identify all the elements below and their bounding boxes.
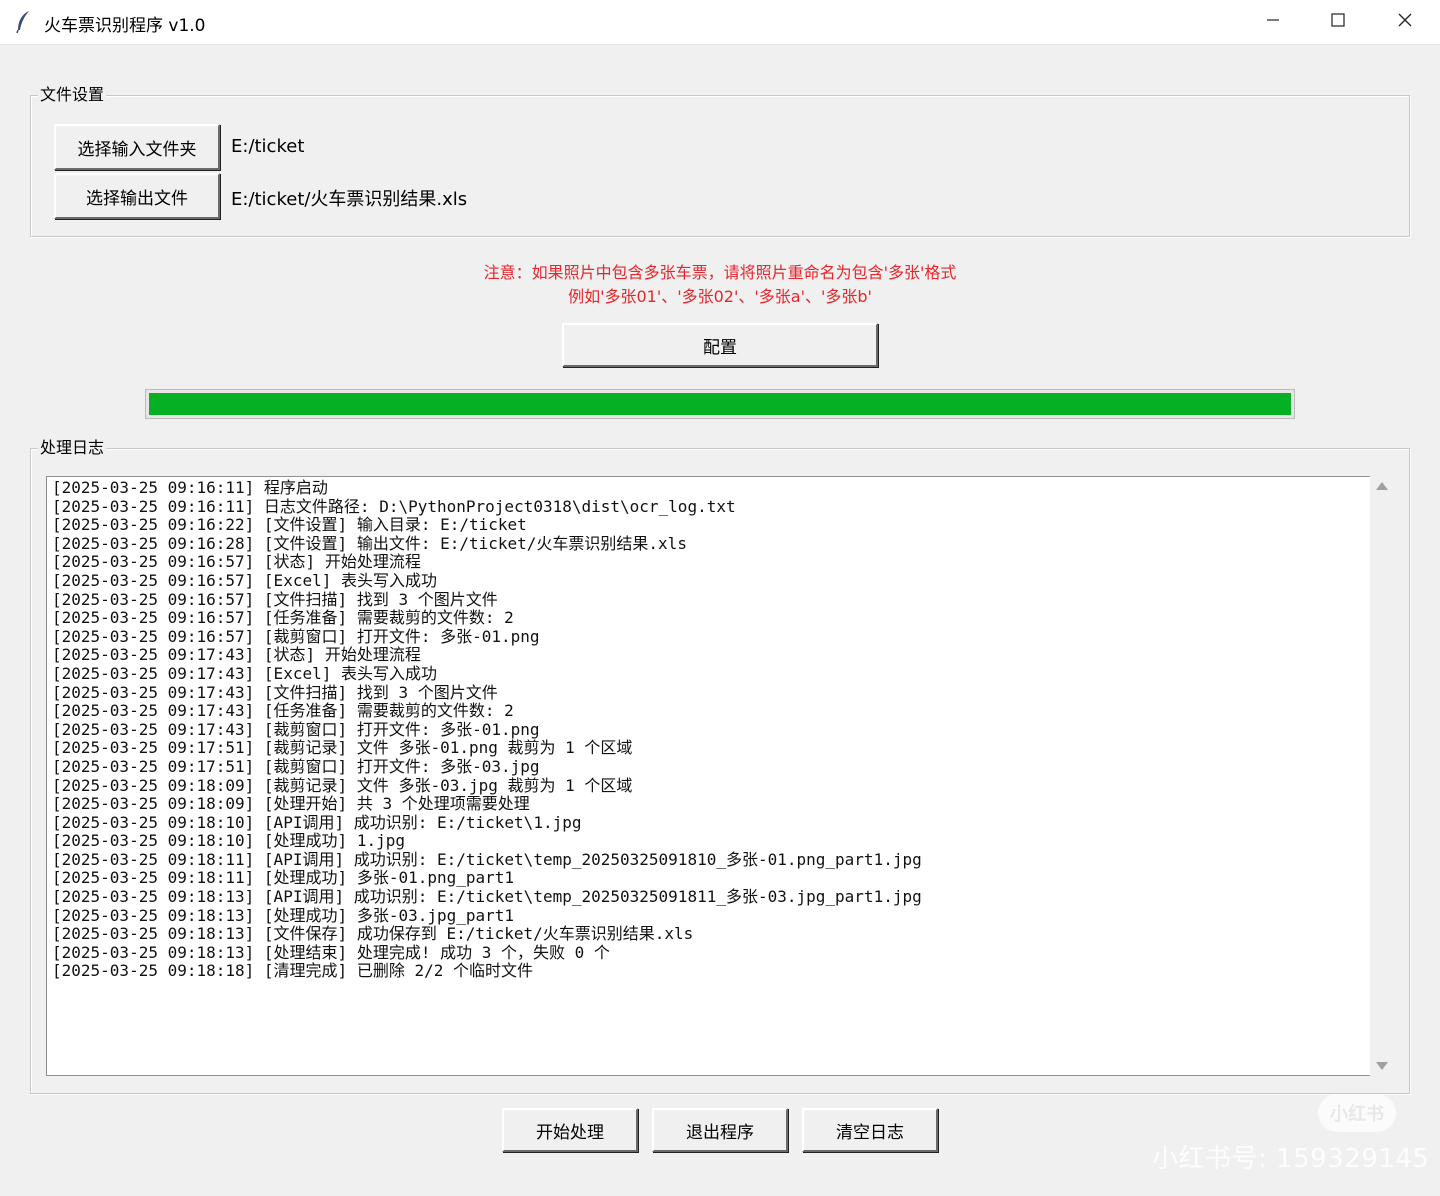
log-legend: 处理日志 [38,438,107,457]
log-line: [2025-03-25 09:17:43] [任务准备] 需要裁剪的文件数: 2 [52,701,514,721]
minimize-button[interactable] [1240,0,1306,44]
log-line: [2025-03-25 09:18:13] [处理成功] 多张-03.jpg_p… [52,905,515,925]
log-line: [2025-03-25 09:18:09] [处理开始] 共 3 个处理项需要处… [52,794,530,814]
scroll-down-icon[interactable] [1376,1062,1388,1070]
notice-line-2: 例如'多张01'、'多张02'、'多张a'、'多张b' [568,287,872,306]
watermark-logo: 小红书 [1318,1094,1396,1132]
progress-bar [145,389,1295,419]
maximize-icon [1330,12,1346,32]
log-line: [2025-03-25 09:18:13] [文件保存] 成功保存到 E:/ti… [52,924,694,944]
log-line: [2025-03-25 09:18:10] [处理成功] 1.jpg [52,831,405,851]
progress-fill [149,393,1291,415]
notice-line-1: 注意：如果照片中包含多张车票，请将照片重命名为包含'多张'格式 [483,263,957,282]
log-line: [2025-03-25 09:18:11] [处理成功] 多张-01.png_p… [52,868,515,888]
start-processing-button[interactable]: 开始处理 [502,1108,638,1152]
title-bar: 火车票识别程序 v1.0 [0,0,1440,45]
feather-icon [14,10,34,34]
log-line: [2025-03-25 09:16:22] [文件设置] 输入目录: E:/ti… [52,515,527,535]
clear-log-button[interactable]: 清空日志 [802,1108,938,1152]
log-line: [2025-03-25 09:16:57] [Excel] 表头写入成功 [52,570,437,590]
log-line: [2025-03-25 09:18:13] [处理结束] 处理完成! 成功 3 … [52,942,610,962]
output-path-label: E:/ticket/火车票识别结果.xls [231,189,468,210]
log-line: [2025-03-25 09:17:51] [裁剪记录] 文件 多张-01.pn… [52,738,633,758]
log-line: [2025-03-25 09:16:57] [裁剪窗口] 打开文件: 多张-01… [52,626,540,646]
log-line: [2025-03-25 09:16:57] [状态] 开始处理流程 [52,552,421,572]
log-line: [2025-03-25 09:17:43] [状态] 开始处理流程 [52,645,421,665]
log-scrollbar[interactable] [1370,476,1394,1076]
log-line: [2025-03-25 09:18:09] [裁剪记录] 文件 多张-03.jp… [52,775,633,795]
log-line: [2025-03-25 09:18:18] [清理完成] 已删除 2/2 个临时… [52,961,533,981]
input-path-label: E:/ticket [231,136,305,157]
log-line: [2025-03-25 09:18:10] [API调用] 成功识别: E:/t… [52,812,582,832]
minimize-icon [1265,12,1281,32]
scroll-up-icon[interactable] [1376,482,1388,490]
log-line: [2025-03-25 09:18:11] [API调用] 成功识别: E:/t… [52,849,922,869]
select-input-folder-button[interactable]: 选择输入文件夹 [54,124,220,170]
log-line: [2025-03-25 09:17:43] [文件扫描] 找到 3 个图片文件 [52,682,498,702]
file-settings-group [30,95,1410,237]
config-button[interactable]: 配置 [562,323,878,367]
log-line: [2025-03-25 09:17:51] [裁剪窗口] 打开文件: 多张-03… [52,756,540,776]
log-line: [2025-03-25 09:16:11] 程序启动 [52,478,328,497]
select-output-file-button[interactable]: 选择输出文件 [54,173,220,219]
watermark-text: 小红书号: 159329145 [1152,1144,1430,1174]
log-line: [2025-03-25 09:18:13] [API调用] 成功识别: E:/t… [52,887,922,907]
log-line: [2025-03-25 09:16:28] [文件设置] 输出文件: E:/ti… [52,533,687,553]
close-button[interactable] [1372,0,1438,44]
maximize-button[interactable] [1305,0,1371,44]
log-line: [2025-03-25 09:16:11] 日志文件路径: D:\PythonP… [52,496,736,516]
exit-program-button[interactable]: 退出程序 [652,1108,788,1152]
log-line: [2025-03-25 09:17:43] [裁剪窗口] 打开文件: 多张-01… [52,719,540,739]
log-lines: [2025-03-25 09:16:11] 程序启动 [2025-03-25 09… [52,478,922,981]
log-textbox[interactable]: [2025-03-25 09:16:11] 程序启动 [2025-03-25 09… [46,476,1370,1076]
file-settings-legend: 文件设置 [38,85,107,104]
log-line: [2025-03-25 09:16:57] [任务准备] 需要裁剪的文件数: 2 [52,608,514,628]
log-line: [2025-03-25 09:17:43] [Excel] 表头写入成功 [52,663,437,683]
window-title: 火车票识别程序 v1.0 [44,16,206,36]
log-line: [2025-03-25 09:16:57] [文件扫描] 找到 3 个图片文件 [52,589,498,609]
close-icon [1397,12,1413,32]
